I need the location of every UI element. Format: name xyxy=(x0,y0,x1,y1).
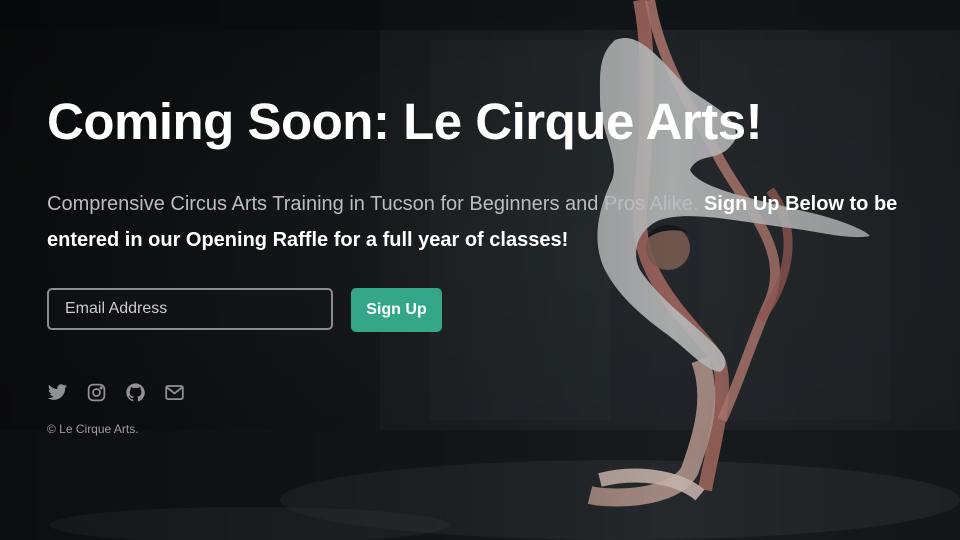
lead-text: Comprensive Circus Arts Training in Tucs… xyxy=(47,193,704,215)
github-icon[interactable] xyxy=(125,382,146,403)
coming-soon-page: Coming Soon: Le Cirque Arts! Comprensive… xyxy=(0,0,960,540)
page-title: Coming Soon: Le Cirque Arts! xyxy=(47,93,763,150)
email-field[interactable] xyxy=(47,288,333,330)
sign-up-button[interactable]: Sign Up xyxy=(351,288,442,332)
lead-paragraph: Comprensive Circus Arts Training in Tucs… xyxy=(47,186,917,258)
envelope-icon[interactable] xyxy=(164,382,185,403)
copyright-text: © Le Cirque Arts. xyxy=(47,422,139,436)
social-links xyxy=(47,382,185,404)
instagram-icon[interactable] xyxy=(86,382,107,403)
background-overlay xyxy=(0,0,960,540)
signup-form: Sign Up xyxy=(47,288,467,332)
twitter-icon[interactable] xyxy=(47,382,68,403)
